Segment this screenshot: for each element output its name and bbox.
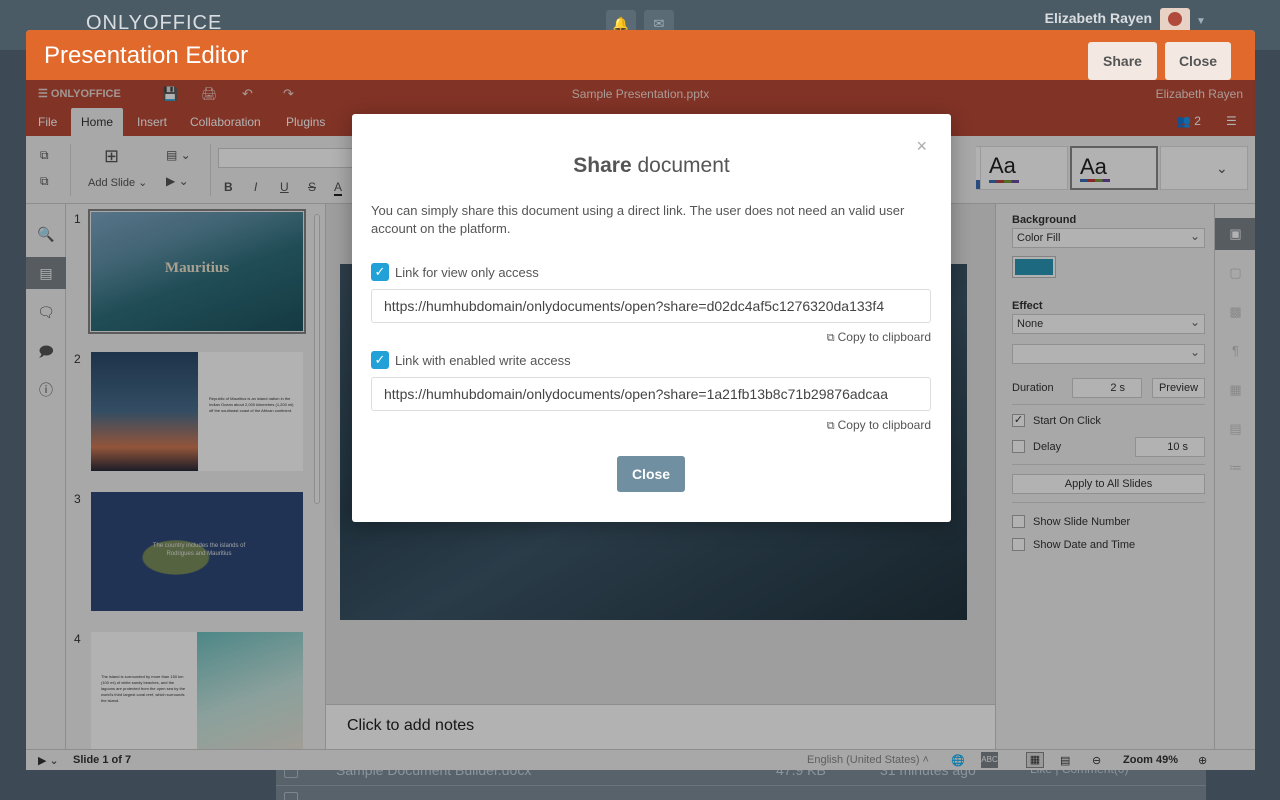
file-row[interactable] [276, 785, 1206, 800]
share-document-dialog: × Share document You can simply share th… [352, 114, 951, 522]
write-access-checkbox[interactable]: ✓ [371, 351, 389, 369]
clipboard-icon: ⧉ [826, 332, 835, 344]
chevron-down-icon[interactable]: ▼ [1196, 16, 1206, 27]
write-access-link-input[interactable] [371, 377, 931, 411]
window-title: Presentation Editor [44, 42, 249, 69]
dialog-close-button[interactable]: Close [617, 456, 685, 492]
clipboard-icon: ⧉ [826, 420, 835, 432]
view-only-checkbox[interactable]: ✓ [371, 263, 389, 281]
window-header: Presentation Editor Share Close [26, 30, 1255, 80]
copy-view-link-button[interactable]: ⧉ Copy to clipboard [827, 330, 931, 345]
copy-write-link-button[interactable]: ⧉ Copy to clipboard [827, 418, 931, 433]
share-button[interactable]: Share [1088, 42, 1157, 80]
view-only-link-input[interactable] [371, 289, 931, 323]
dialog-title: Share document [573, 154, 730, 177]
file-row-checkbox[interactable] [284, 792, 298, 800]
window-close-button[interactable]: Close [1165, 42, 1231, 80]
background-user-name[interactable]: Elizabeth Rayen [1045, 10, 1152, 26]
view-only-label: Link for view only access [395, 265, 539, 280]
write-access-label: Link with enabled write access [395, 353, 571, 368]
dialog-description: You can simply share this document using… [371, 203, 905, 236]
